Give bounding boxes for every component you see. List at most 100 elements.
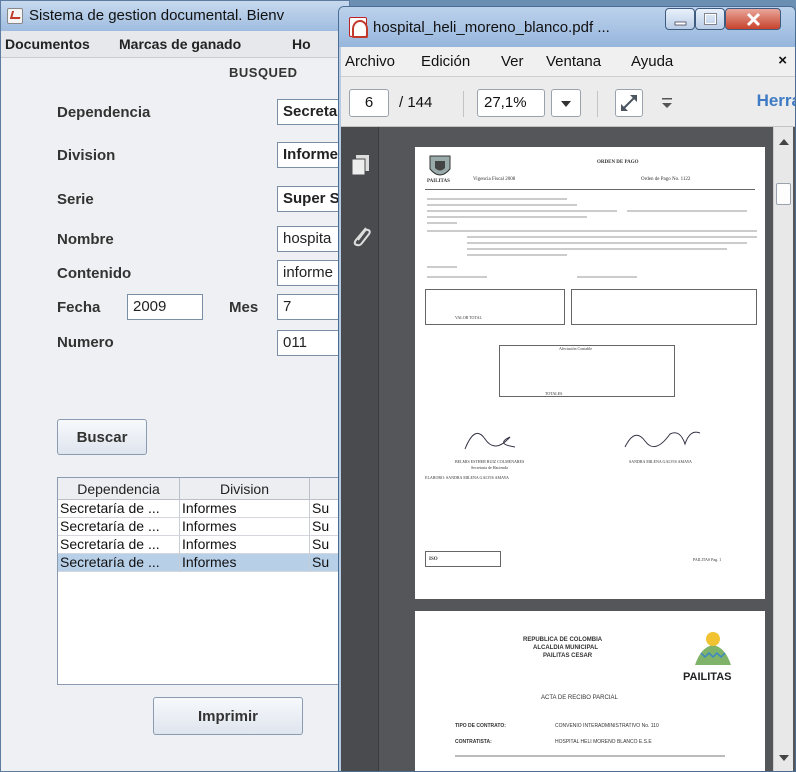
menu-ver[interactable]: Ver: [501, 53, 524, 70]
attachment-icon: [353, 227, 371, 247]
pdf-row2-value: HOSPITAL HELI MORENO BLANCO E.S.E: [555, 739, 652, 745]
results-table: Dependencia Division Secretaría de ... I…: [57, 477, 349, 685]
java-titlebar[interactable]: Sistema de gestion documental. Bienv: [1, 1, 349, 31]
pdf-footer-box: [425, 551, 501, 567]
thumbnails-icon: [351, 155, 369, 176]
pdf-signer-left-role: Secretaria de Hacienda: [471, 465, 508, 470]
zoom-input[interactable]: 27,1%: [477, 89, 545, 117]
table-cell: Informes: [180, 500, 310, 518]
menu-archivo[interactable]: Archivo: [345, 53, 395, 70]
contenido-label: Contenido: [57, 265, 132, 282]
fecha-label: Fecha: [57, 299, 101, 316]
table-cell: Secretaría de ...: [58, 536, 180, 554]
toolbar-separator: [463, 91, 464, 117]
table-row-selected[interactable]: Secretaría de ... Informes Su: [58, 554, 348, 572]
pdf-toolbar: 6 / 144 27,1% Herra: [341, 77, 795, 127]
pdf-heading: ORDEN DE PAGO: [597, 160, 639, 165]
chevron-down-icon: [561, 101, 571, 107]
scroll-down-icon[interactable]: [779, 755, 789, 761]
menu-ventana[interactable]: Ventana: [546, 53, 601, 70]
pdf-row1-label: TIPO DE CONTRATO:: [455, 723, 506, 729]
buscar-button[interactable]: Buscar: [57, 419, 147, 455]
pdf-elaboro: ELABORO: SANDRA MILENA GALVIS AMAYA: [425, 475, 509, 480]
signatures-image: [464, 431, 701, 450]
pdf-viewer-window: hospital_heli_moreno_blanco.pdf ... Arch…: [338, 6, 796, 772]
municipality-logo: [695, 632, 731, 665]
pdf-content-area: PAILITAS ORDEN DE PAGO Vigencia Fiscal 2…: [341, 127, 795, 771]
scroll-up-icon[interactable]: [779, 139, 789, 145]
pdf-entity-name: PAILITAS: [427, 179, 450, 184]
menu-marcas-de-ganado[interactable]: Marcas de ganado: [119, 36, 241, 52]
attachments-button[interactable]: [350, 223, 372, 249]
imprimir-button[interactable]: Imprimir: [153, 697, 303, 735]
pdf-municipio: PAILITAS CESAR: [543, 653, 593, 659]
table-row[interactable]: Secretaría de ... Informes Su: [58, 536, 348, 554]
pdf-page: PAILITAS ORDEN DE PAGO Vigencia Fiscal 2…: [415, 147, 765, 599]
pdf-logo-text: PAILITAS: [683, 671, 732, 683]
search-heading: BUSQUED: [229, 65, 298, 80]
menu-edicion[interactable]: Edición: [421, 53, 470, 70]
menu-ho[interactable]: Ho: [292, 36, 311, 52]
maximize-button[interactable]: [695, 8, 725, 30]
toolbar-separator: [597, 91, 598, 117]
nombre-label: Nombre: [57, 231, 114, 248]
pdf-body-text: [427, 198, 757, 278]
minimize-icon: [674, 21, 687, 26]
mes-label: Mes: [229, 299, 259, 316]
close-icon: [746, 12, 761, 27]
column-header-division[interactable]: Division: [180, 478, 310, 500]
dependencia-label: Dependencia: [57, 104, 151, 121]
table-cell: Informes: [180, 518, 310, 536]
coat-of-arms-icon: [429, 155, 451, 176]
zoom-dropdown-button[interactable]: [551, 89, 581, 117]
divider: [425, 189, 755, 190]
serie-label: Serie: [57, 191, 94, 208]
pdf-menubar: Archivo Edición Ver Ventana Ayuda ×: [341, 47, 795, 77]
pdf-table-orden: [425, 289, 565, 325]
column-header-dependencia[interactable]: Dependencia: [58, 478, 180, 500]
table-cell: Secretaría de ...: [58, 518, 180, 536]
pdf-signer-right: SANDRA MILENA GALVIS AMAYA: [629, 459, 692, 464]
vertical-scrollbar[interactable]: [773, 127, 793, 771]
pdf-signer-left: BELMIS ESTHER RUIZ COLMENARES: [455, 459, 525, 464]
numero-label: Numero: [57, 334, 114, 351]
close-document-icon[interactable]: ×: [778, 52, 787, 69]
fullscreen-icon: [621, 95, 637, 111]
thumbnails-button[interactable]: [350, 153, 372, 177]
pdf-row1-value: CONVENIO INTERADMINISTRATIVO No. 110: [555, 723, 659, 729]
pdf-footer-right: PAILITAS Pag. 1: [693, 557, 722, 562]
pdf-page: REPUBLICA DE COLOMBIA ALCALDIA MUNICIPAL…: [415, 611, 765, 771]
table-row[interactable]: Secretaría de ... Informes Su: [58, 518, 348, 536]
pdf-vigencia: Vigencia Fiscal 2008: [473, 177, 516, 182]
toolbar-overflow-button[interactable]: [659, 95, 675, 111]
fullscreen-button[interactable]: [615, 89, 643, 117]
java-window-title: Sistema de gestion documental. Bienv: [29, 7, 285, 24]
maximize-icon: [704, 13, 717, 25]
java-menubar: Documentos Marcas de ganado Ho: [1, 31, 349, 58]
table-cell: Secretaría de ...: [58, 554, 180, 572]
table-row[interactable]: Secretaría de ... Informes Su: [58, 500, 348, 518]
overflow-menu-icon: [662, 98, 672, 108]
pdf-republica: REPUBLICA DE COLOMBIA: [523, 637, 603, 643]
minimize-button[interactable]: [665, 8, 695, 30]
page-total: / 144: [399, 94, 433, 111]
menu-ayuda[interactable]: Ayuda: [631, 53, 673, 70]
table-cell: Informes: [180, 554, 310, 572]
page-number-input[interactable]: 6: [349, 89, 389, 117]
pdf-afectacion-label: Afectación Contable: [559, 346, 592, 351]
pdf-table-afectacion: [499, 345, 675, 397]
java-window: Sistema de gestion documental. Bienv Doc…: [0, 0, 350, 772]
pdf-titlebar[interactable]: hospital_heli_moreno_blanco.pdf ...: [339, 7, 795, 47]
pdf-totales-label: TOTALES: [545, 391, 563, 396]
menu-documentos[interactable]: Documentos: [5, 36, 90, 52]
table-cell: Secretaría de ...: [58, 500, 180, 518]
pdf-app-icon: [349, 17, 368, 38]
java-app-icon: [7, 8, 23, 24]
fecha-input[interactable]: 2009: [127, 294, 203, 320]
table-cell: Informes: [180, 536, 310, 554]
tools-link[interactable]: Herra: [757, 91, 795, 111]
pdf-doc-title: ACTA DE RECIBO PARCIAL: [541, 695, 618, 701]
pdf-table-liquidacion: [571, 289, 757, 325]
scrollbar-thumb[interactable]: [776, 183, 791, 205]
close-window-button[interactable]: [725, 8, 781, 30]
